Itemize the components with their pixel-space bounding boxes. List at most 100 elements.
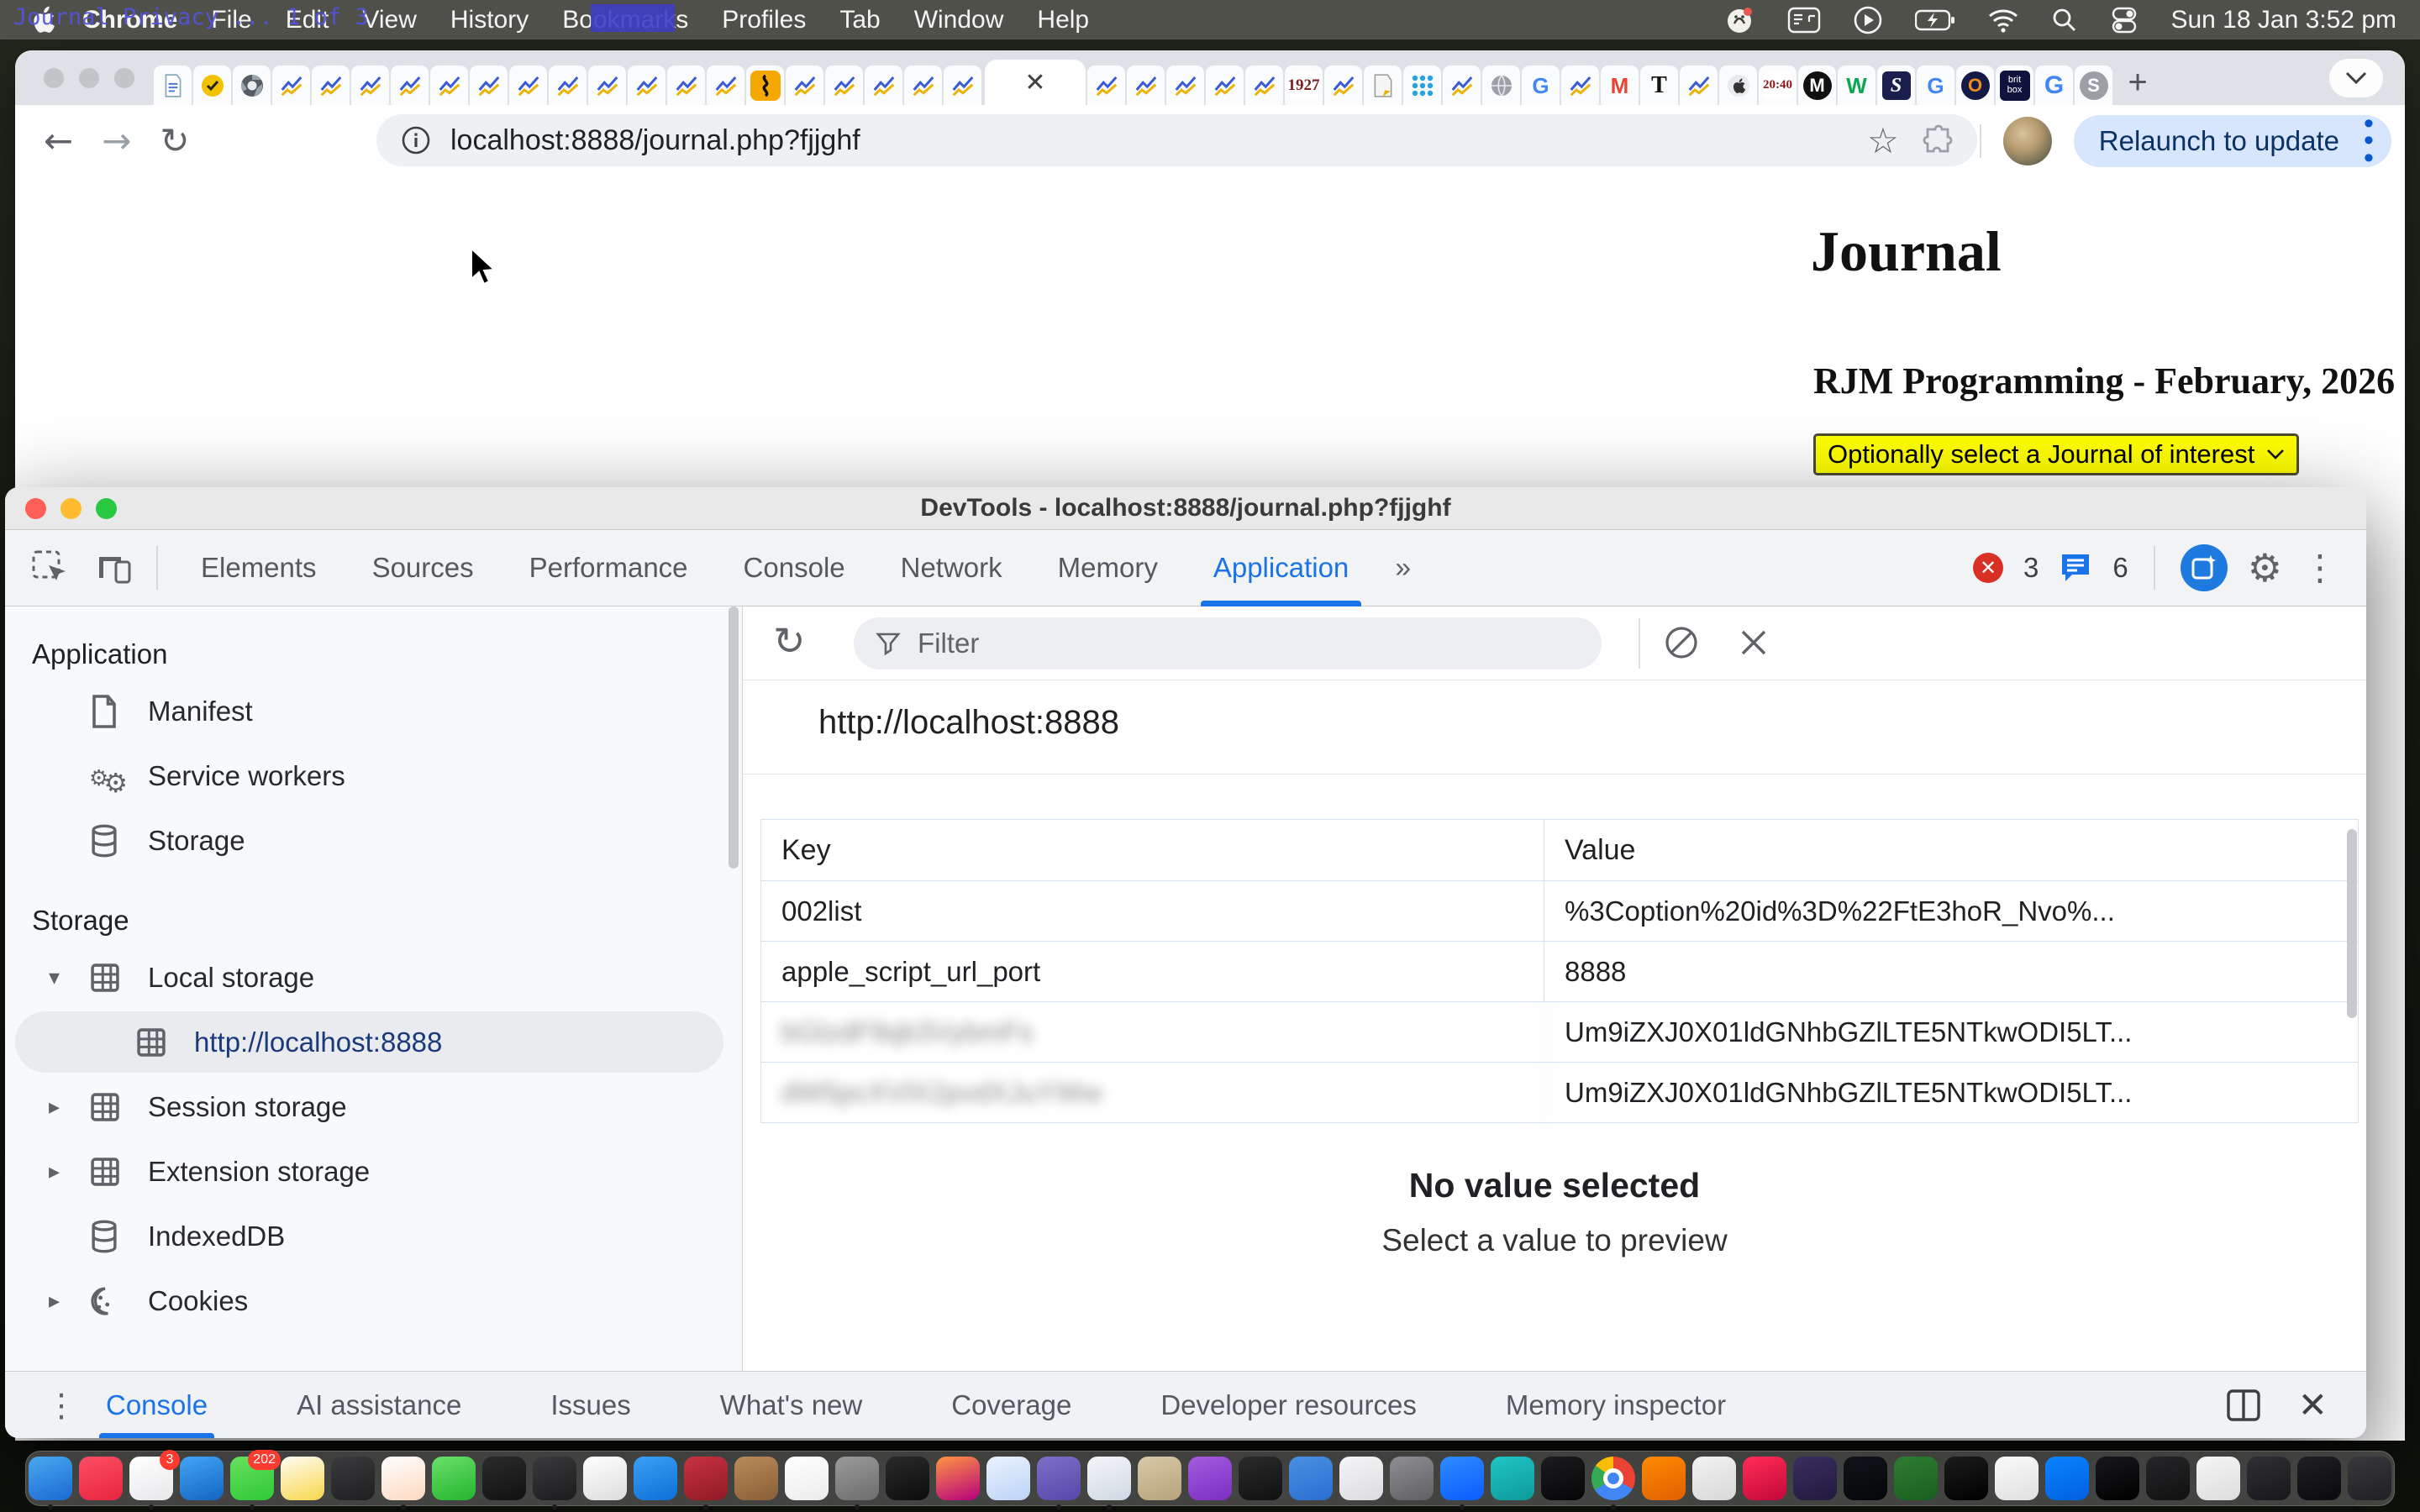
address-bar[interactable]: localhost:8888/journal.php?fjjghf [376,114,1977,166]
menu-clock[interactable]: Sun 18 Jan 3:52 pm [2170,6,2396,34]
close-window-button[interactable] [25,498,46,519]
sidebar-item-service-workers[interactable]: ⚙⚙Service workers [5,743,742,808]
drawer-menu-icon[interactable]: ⋮ [45,1389,77,1421]
dock-icon-podcasts[interactable] [1188,1457,1232,1500]
storage-value[interactable]: Um9iZXJ0X01ldGNhbGZlLTE5NTkwODI5LT... [1544,1063,2358,1122]
dock-icon-calculator[interactable] [533,1457,576,1500]
back-button[interactable]: ← [44,123,73,159]
browser-tab[interactable]: W [1838,66,1876,105]
browser-tab[interactable]: M [1798,66,1836,105]
browser-tab[interactable]: T [1640,66,1678,105]
browser-tab[interactable] [1403,66,1441,105]
dock-icon-reminders[interactable]: 3 [129,1457,173,1500]
clear-all-icon[interactable] [1662,623,1701,662]
minimize-window-button[interactable] [79,68,99,88]
dock-icon-contacts[interactable] [734,1457,778,1500]
menu-item-view[interactable]: View [362,6,416,34]
menu-item-edit[interactable]: Edit [286,6,329,34]
browser-tab[interactable] [1324,66,1362,105]
reload-button[interactable]: ↻ [160,123,189,159]
dock-icon-music[interactable] [79,1457,123,1500]
storage-key[interactable]: dW5pcXVlX2pvdXJuYWw [761,1063,1544,1122]
relaunch-menu-icon[interactable]: ••• [2354,115,2383,166]
browser-tab[interactable] [746,66,784,105]
zoom-window-button[interactable] [96,498,117,519]
browser-tab[interactable] [1443,66,1481,105]
browser-tab[interactable] [312,66,350,105]
devtools-menu-icon[interactable]: ⋮ [2302,550,2338,585]
tab-sources[interactable]: Sources [345,530,502,606]
dock-icon-app-slate[interactable] [2247,1457,2291,1500]
browser-tab[interactable]: S [1877,66,1915,105]
dock-icon-app-dark-3[interactable] [2146,1457,2190,1500]
sidebar-item-extension-storage[interactable]: ▸Extension storage [5,1139,742,1204]
dock-icon-photo-viewer[interactable] [1138,1457,1181,1500]
dock-icon-app-white-2[interactable] [1995,1457,2039,1500]
dock-icon-gimp[interactable] [835,1457,879,1500]
tab-memory[interactable]: Memory [1030,530,1186,606]
site-info-icon[interactable] [400,124,432,156]
browser-tab[interactable] [193,66,231,105]
dock-icon-apple-tv[interactable] [886,1457,929,1500]
browser-tab[interactable] [1127,66,1165,105]
delete-selected-icon[interactable] [1736,625,1771,660]
drawer-tab-coverage[interactable]: Coverage [951,1372,1071,1438]
browser-tab[interactable]: G [1917,66,1954,105]
dock-icon-notes[interactable] [281,1457,324,1500]
storage-value[interactable]: %3Coption%20id%3D%22FtE3hoR_Nvo%... [1544,881,2358,941]
dock-icon-app-green[interactable] [1894,1457,1938,1500]
url-text[interactable]: localhost:8888/journal.php?fjjghf [450,124,860,157]
table-scrollbar[interactable] [2347,829,2357,1018]
dock-icon-trash[interactable] [2348,1457,2391,1500]
browser-tab[interactable] [391,66,429,105]
menu-item-help[interactable]: Help [1037,6,1089,34]
table-row[interactable]: bGlzdF9qb3VybmFsUm9iZXJ0X01ldGNhbGZlLTE5… [761,1002,2358,1063]
dock-icon-health-chart[interactable] [381,1457,425,1500]
dock-icon-chrome[interactable] [1591,1457,1635,1500]
table-row[interactable]: dW5pcXVlX2pvdXJuYWwUm9iZXJ0X01ldGNhbGZlL… [761,1063,2358,1123]
sidebar-item-cookies[interactable]: ▸Cookies [5,1268,742,1333]
dock-icon-vlc[interactable] [1642,1457,1686,1500]
browser-tab[interactable] [1482,66,1520,105]
sidebar-item-http-localhost-8888[interactable]: http://localhost:8888 [5,1010,742,1074]
play-icon[interactable] [1853,5,1883,35]
browser-tab[interactable] [825,66,863,105]
tab-elements[interactable]: Elements [173,530,345,606]
menu-item-file[interactable]: File [211,6,251,34]
menu-item-history[interactable]: History [450,6,529,34]
tree-collapsed-icon[interactable]: ▸ [49,1159,60,1184]
browser-tab[interactable] [1245,66,1283,105]
browser-tab[interactable] [272,66,310,105]
browser-tab[interactable] [1206,66,1244,105]
browser-tab[interactable] [430,66,468,105]
browser-tab[interactable]: O [1956,66,1994,105]
menu-app-name[interactable]: Chrome [82,6,177,34]
browser-tab[interactable] [1561,66,1599,105]
journal-select-dropdown[interactable]: Optionally select a Journal of interest [1813,433,2299,475]
browser-tab[interactable] [865,66,902,105]
sidebar-item-indexeddb[interactable]: IndexedDB [5,1204,742,1268]
browser-tab[interactable]: 20:40 [1759,66,1797,105]
browser-tab[interactable] [786,66,823,105]
extensions-icon[interactable] [1921,123,1958,160]
dock-icon-app-light[interactable] [1339,1457,1383,1500]
window-controls-inactive[interactable] [44,68,134,88]
dock-icon-filezilla[interactable] [684,1457,728,1500]
browser-tab[interactable] [1364,66,1402,105]
dock-icon-app-black-2[interactable] [1944,1457,1988,1500]
spotlight-search-icon[interactable] [2051,7,2078,34]
devtools-titlebar[interactable]: DevTools - localhost:8888/journal.php?fj… [5,487,2366,530]
storage-value[interactable]: 8888 [1544,942,2358,1001]
new-tab-button[interactable]: + [2114,60,2161,105]
table-row[interactable]: 002list%3Coption%20id%3D%22FtE3hoR_Nvo%.… [761,881,2358,942]
dock-icon-terminal-exec-2[interactable] [1239,1457,1282,1500]
battery-icon[interactable] [1915,9,1955,31]
dock-icon-downloads[interactable] [2297,1457,2341,1500]
dock-icon-mail[interactable] [180,1457,224,1500]
browser-tab[interactable] [549,66,587,105]
forward-button[interactable]: → [102,123,131,159]
dock-icon-zoom[interactable] [1440,1457,1484,1500]
dock-icon-firefox[interactable] [936,1457,980,1500]
menu-item-window[interactable]: Window [914,6,1004,34]
ai-assistance-icon[interactable] [2181,544,2228,591]
